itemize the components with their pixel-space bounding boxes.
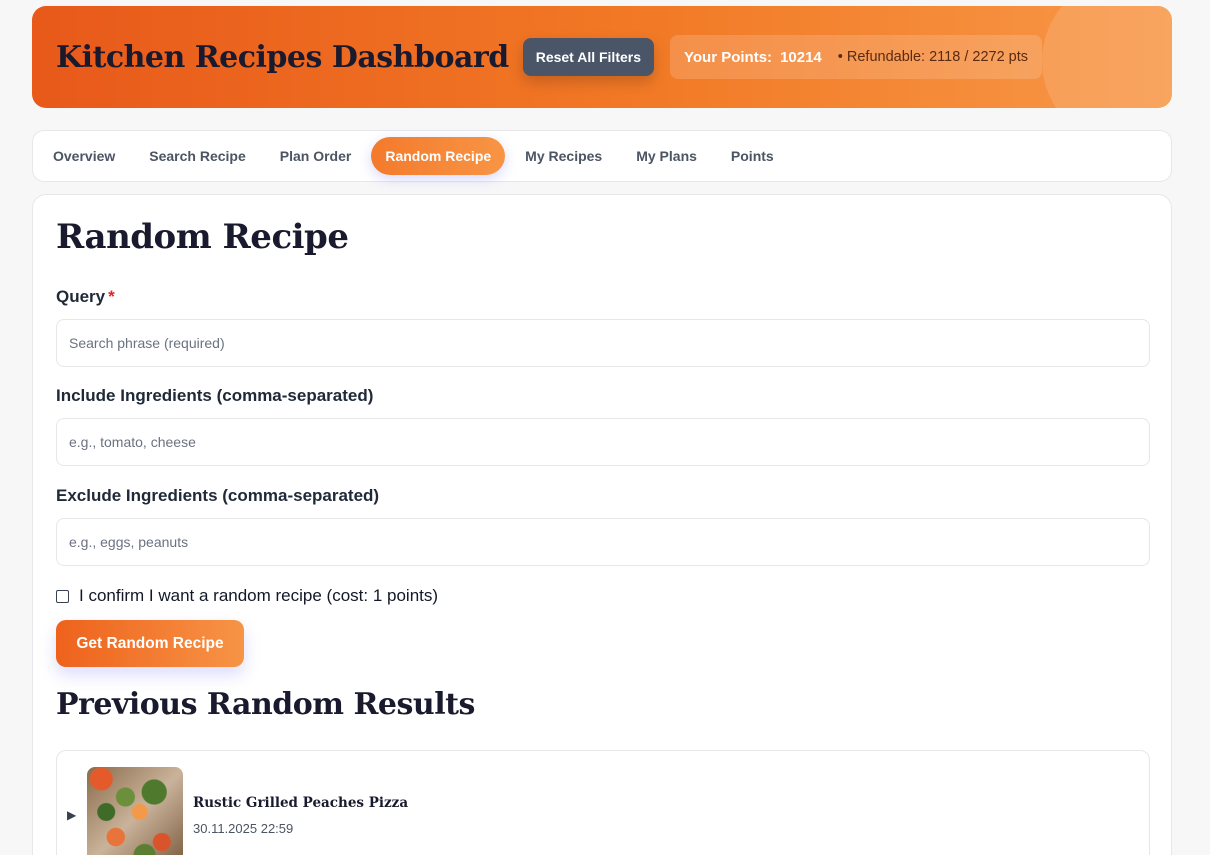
result-item[interactable]: ▶ Rustic Grilled Peaches Pizza 30.11.202…	[56, 750, 1150, 855]
get-random-recipe-button[interactable]: Get Random Recipe	[56, 620, 244, 667]
result-title: Rustic Grilled Peaches Pizza	[193, 795, 409, 811]
query-label: Query *	[56, 287, 115, 307]
previous-results-title: Previous Random Results	[56, 687, 475, 722]
points-summary: Your Points: 10214 • Refundable: 2118 / …	[670, 35, 1043, 79]
header-decoration	[1042, 6, 1172, 108]
points-value: 10214	[780, 48, 822, 66]
confirm-row[interactable]: I confirm I want a random recipe (cost: …	[56, 586, 438, 606]
exclude-ingredients-input[interactable]	[56, 518, 1150, 566]
query-label-text: Query	[56, 287, 106, 306]
required-mark: *	[108, 287, 115, 306]
tab-plan-order[interactable]: Plan Order	[266, 137, 366, 175]
include-ingredients-input[interactable]	[56, 418, 1150, 466]
result-date: 30.11.2025 22:59	[193, 821, 294, 836]
tab-overview[interactable]: Overview	[39, 137, 129, 175]
expand-caret-icon[interactable]: ▶	[67, 808, 76, 822]
query-input[interactable]	[56, 319, 1150, 367]
page-title: Kitchen Recipes Dashboard	[56, 39, 509, 75]
reset-filters-button[interactable]: Reset All Filters	[522, 38, 654, 76]
tab-random-recipe[interactable]: Random Recipe	[371, 137, 506, 175]
random-recipe-card: Random Recipe Query* Include Ingredients…	[32, 194, 1172, 855]
confirm-text: I confirm I want a random recipe (cost: …	[79, 586, 439, 605]
confirm-checkbox[interactable]	[56, 589, 69, 603]
points-label: Your Points:	[684, 48, 773, 66]
tab-my-recipes[interactable]: My Recipes	[511, 137, 616, 175]
refundable-points: • Refundable: 2118 / 2272 pts	[837, 49, 1029, 65]
tab-bar: Overview Search Recipe Plan Order Random…	[32, 130, 1172, 182]
include-ingredients-label: Include Ingredients (comma-separated)	[56, 386, 374, 405]
section-title: Random Recipe	[56, 217, 349, 257]
recipe-thumbnail	[87, 767, 183, 855]
tab-search-recipe[interactable]: Search Recipe	[135, 137, 260, 175]
exclude-ingredients-label: Exclude Ingredients (comma-separated)	[56, 486, 380, 505]
tab-points[interactable]: Points	[717, 137, 788, 175]
tab-my-plans[interactable]: My Plans	[622, 137, 711, 175]
app-header: Kitchen Recipes Dashboard Reset All Filt…	[32, 6, 1172, 108]
